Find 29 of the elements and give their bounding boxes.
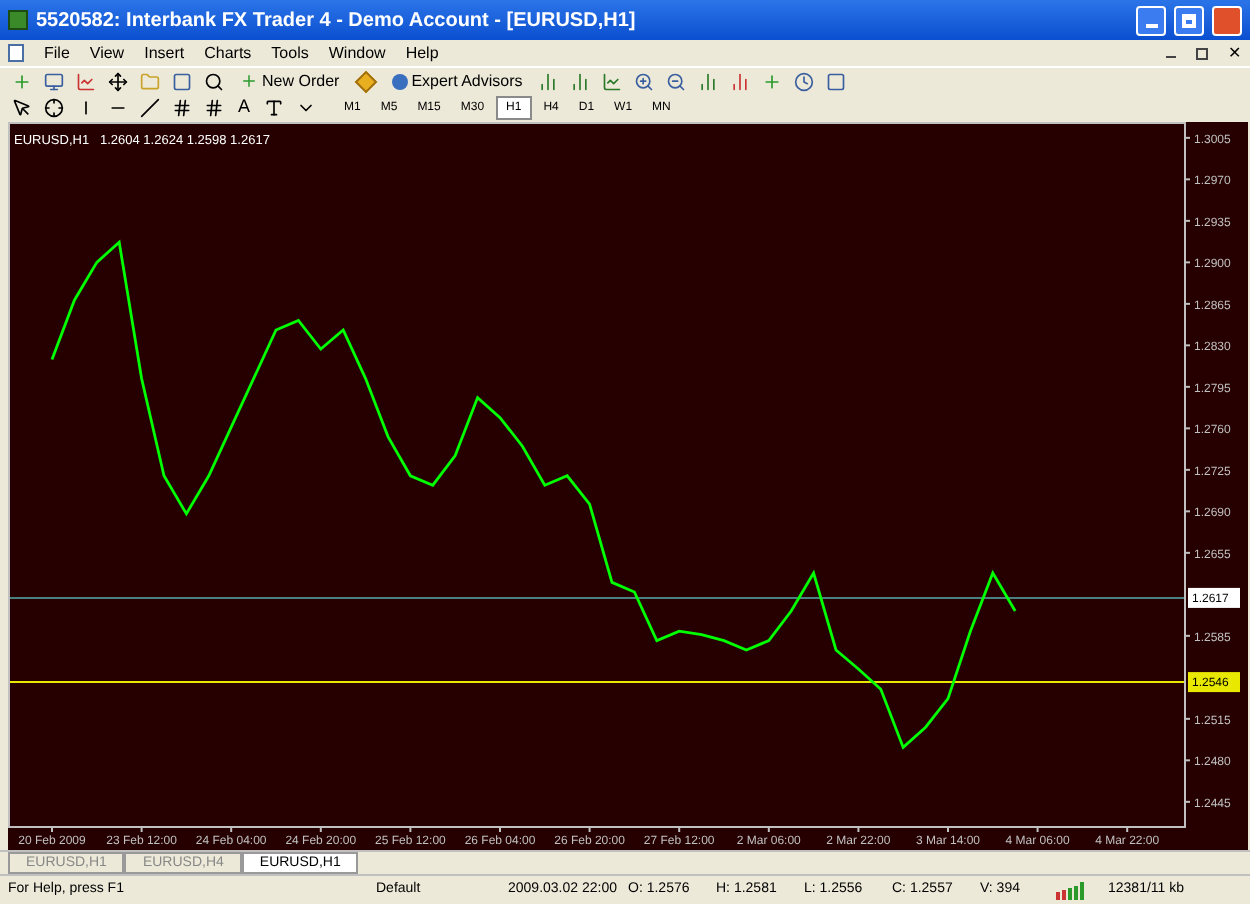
search-icon[interactable] — [200, 69, 228, 93]
clock-icon[interactable] — [790, 69, 819, 93]
price-tag-background — [1188, 587, 1240, 608]
menu-item[interactable]: View — [89, 41, 125, 65]
plus-icon — [240, 72, 258, 90]
menu-item[interactable]: Help — [405, 41, 439, 65]
text-tool[interactable]: A — [232, 94, 256, 122]
trendline-icon[interactable] — [136, 96, 164, 120]
minimize-icon[interactable] — [1136, 5, 1166, 35]
price-tag-background — [1188, 672, 1240, 693]
expert-advisors-button[interactable]: Expert Advisors — [383, 69, 531, 93]
app-icon — [8, 10, 28, 30]
maximize-icon[interactable] — [1174, 5, 1204, 35]
menu-item[interactable]: Charts — [204, 41, 252, 65]
menu-item[interactable]: File — [44, 41, 70, 65]
menu-item[interactable]: Insert — [144, 41, 185, 65]
move-icon[interactable] — [104, 69, 132, 93]
crosshair-icon[interactable] — [40, 96, 68, 120]
menu-item[interactable]: Window — [328, 41, 386, 65]
restore-icon[interactable] — [1196, 47, 1208, 59]
close-icon[interactable] — [1212, 5, 1242, 35]
document-icon — [8, 44, 24, 62]
menu-item[interactable]: Tools — [271, 41, 309, 65]
connection-icon — [1056, 881, 1088, 899]
new-order-button[interactable]: New Order — [232, 69, 348, 93]
window-title: 5520582: Interbank FX Trader 4 - Demo Account - [EURUSD,H1] — [36, 7, 638, 35]
close-button[interactable]: ✕ — [1228, 45, 1242, 61]
chart-icon[interactable] — [72, 69, 100, 93]
window-icon[interactable] — [168, 69, 196, 93]
